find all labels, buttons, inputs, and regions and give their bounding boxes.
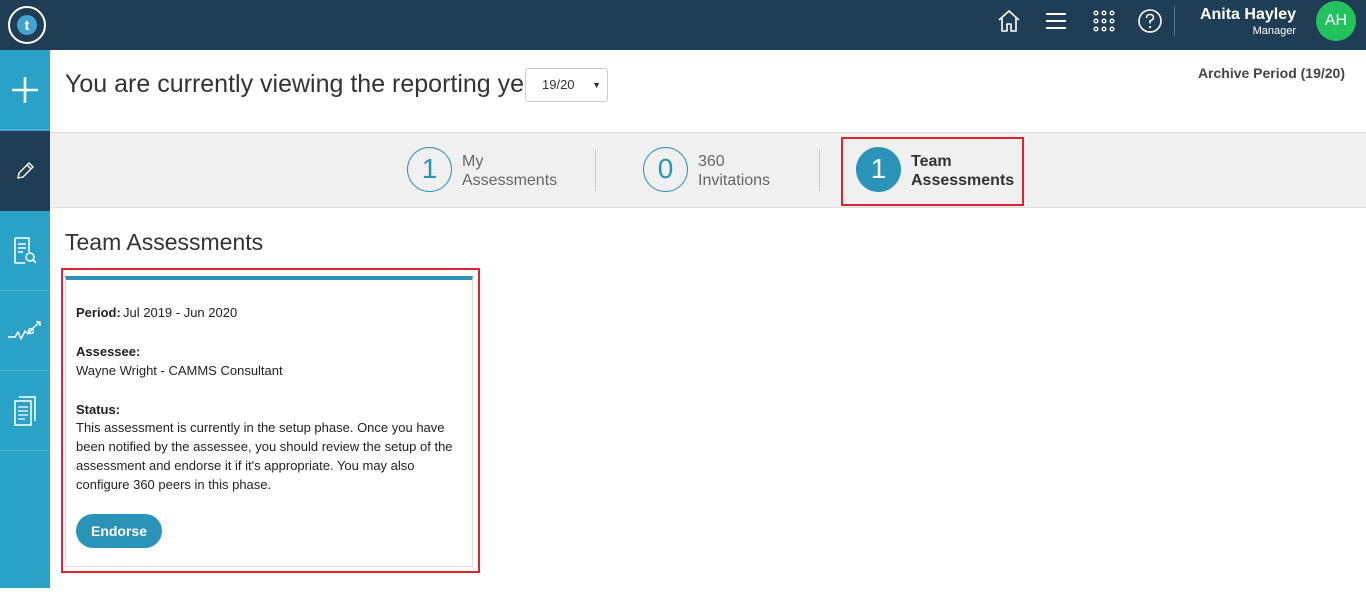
documents-icon <box>14 395 36 426</box>
reporting-year-label: You are currently viewing the reporting … <box>65 70 547 98</box>
apps-grid-icon[interactable] <box>1091 8 1117 34</box>
plus-icon <box>12 76 38 103</box>
app-logo[interactable]: t <box>8 6 46 44</box>
tab-my-assessments[interactable]: 1 My Assessments <box>407 133 597 207</box>
tab-label-line2: Assessments <box>462 172 558 189</box>
reporting-year-value: 19/20 <box>542 77 575 92</box>
tab-label: Team Assessments <box>911 152 1014 190</box>
topbar-divider <box>1174 6 1175 36</box>
sidebar-item-documents[interactable] <box>0 371 50 451</box>
chevron-down-icon: ▼ <box>592 80 601 90</box>
assessee-value: Wayne Wright - CAMMS Consultant <box>76 363 283 378</box>
tab-360-invitations[interactable]: 0 360 Invitations <box>643 133 823 207</box>
sidebar-item-performance[interactable] <box>0 291 50 371</box>
endorse-button[interactable]: Endorse <box>76 514 162 548</box>
sidebar-item-assessments[interactable] <box>0 131 50 211</box>
tab-label-line2: Invitations <box>698 172 771 189</box>
sidebar-item-review[interactable] <box>0 211 50 291</box>
tab-count: 1 <box>407 147 452 192</box>
archive-period-label: Archive Period (19/20) <box>1197 65 1345 81</box>
sidebar <box>0 50 50 588</box>
period-value: Jul 2019 - Jun 2020 <box>123 305 238 320</box>
status-label: Status: <box>76 402 121 417</box>
home-icon[interactable] <box>996 8 1022 34</box>
reporting-year-select[interactable]: 19/20 ▼ <box>525 68 608 102</box>
tab-label-line1: 360 <box>698 153 725 170</box>
tab-label: My Assessments <box>462 152 557 190</box>
menu-icon[interactable] <box>1043 8 1069 34</box>
tab-count: 1 <box>856 147 901 192</box>
user-name[interactable]: Anita Hayley <box>1200 6 1296 24</box>
assessee-label: Assessee: <box>76 344 141 359</box>
status-value: This assessment is currently in the setu… <box>76 420 453 492</box>
help-icon[interactable] <box>1137 8 1163 34</box>
period-label: Period: <box>76 305 121 320</box>
assessment-tabs: 1 My Assessments 0 360 Invitations 1 Tea… <box>50 132 1366 208</box>
page-title: Team Assessments <box>65 229 264 255</box>
sidebar-item-add[interactable] <box>0 50 50 130</box>
tab-team-assessments[interactable]: 1 Team Assessments <box>856 133 1026 207</box>
tab-label-line1: Team <box>911 153 952 170</box>
tab-divider <box>819 149 820 191</box>
tab-count: 0 <box>643 147 688 192</box>
trend-chart-icon <box>8 320 41 340</box>
assessment-card: Period: Jul 2019 - Jun 2020 Assessee: Wa… <box>65 276 473 567</box>
tab-divider <box>595 149 596 191</box>
tab-label-line1: My <box>462 153 484 170</box>
logo-letter: t <box>17 15 37 35</box>
tab-label: 360 Invitations <box>698 152 770 190</box>
avatar[interactable]: AH <box>1316 1 1356 41</box>
tab-label-line2: Assessments <box>911 172 1015 189</box>
pencil-icon <box>17 161 34 179</box>
user-role: Manager <box>1252 25 1296 37</box>
document-search-icon <box>14 236 37 264</box>
top-bar: t Anita Hayley Manager AH <box>0 0 1366 50</box>
